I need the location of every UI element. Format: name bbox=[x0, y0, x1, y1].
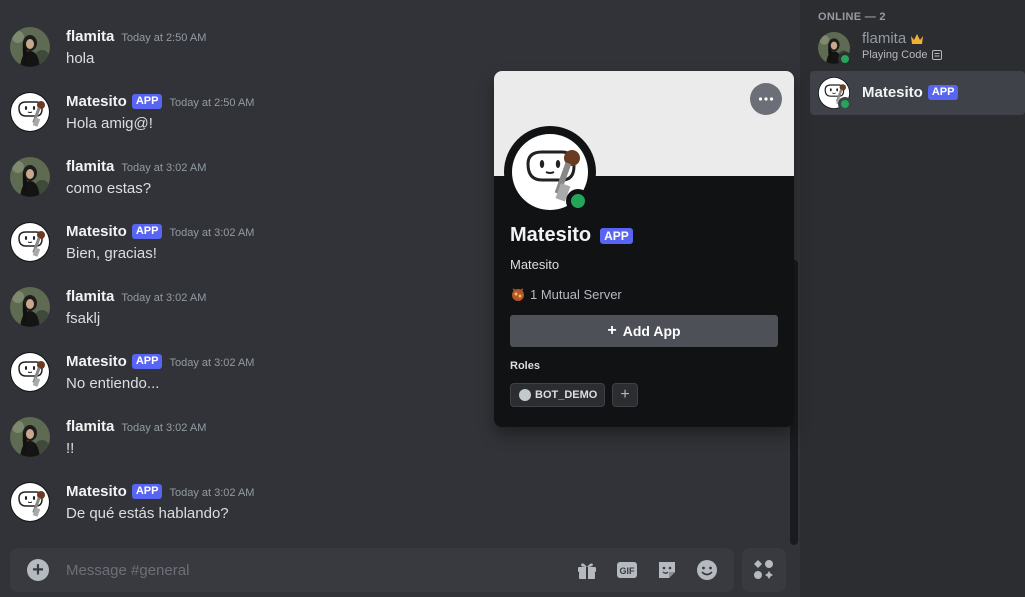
role-name: BOT_DEMO bbox=[535, 389, 598, 401]
message-timestamp: Today at 2:50 AM bbox=[169, 96, 255, 109]
upload-plus-icon[interactable]: + bbox=[27, 559, 49, 581]
gift-icon[interactable] bbox=[576, 559, 598, 581]
online-status-icon bbox=[566, 189, 590, 213]
apps-icon bbox=[754, 560, 773, 579]
message-timestamp: Today at 3:02 AM bbox=[169, 226, 255, 239]
sticker-icon[interactable] bbox=[656, 559, 678, 581]
svg-text:GIF: GIF bbox=[620, 566, 636, 576]
message-author[interactable]: flamita bbox=[66, 288, 114, 305]
message-author[interactable]: flamita bbox=[66, 418, 114, 435]
member-name: Matesito bbox=[862, 84, 923, 101]
profile-popout: Matesito APP Matesito 1 Mutual Server + … bbox=[494, 71, 794, 427]
message-author[interactable]: Matesito bbox=[66, 93, 127, 110]
apps-button[interactable] bbox=[742, 548, 786, 592]
avatar[interactable] bbox=[10, 27, 50, 67]
avatar[interactable] bbox=[10, 417, 50, 457]
message-timestamp: Today at 3:02 AM bbox=[169, 486, 255, 499]
profile-username: Matesito bbox=[510, 257, 560, 272]
message-author[interactable]: flamita bbox=[66, 28, 114, 45]
message-input[interactable] bbox=[66, 558, 546, 582]
avatar[interactable] bbox=[10, 157, 50, 197]
app-badge: APP bbox=[131, 94, 163, 109]
message-content: fsaklj bbox=[66, 310, 101, 327]
message-content: Hola amig@! bbox=[66, 115, 153, 132]
avatar[interactable] bbox=[10, 482, 50, 522]
message-timestamp: Today at 3:02 AM bbox=[121, 291, 207, 304]
message-author[interactable]: flamita bbox=[66, 158, 114, 175]
rich-presence-icon bbox=[932, 50, 943, 60]
member-list-heading: ONLINE — 2 bbox=[818, 11, 886, 23]
role-color-icon bbox=[519, 389, 531, 401]
gif-icon[interactable]: GIF bbox=[616, 559, 638, 581]
member-item-flamita[interactable]: flamita Playing Code bbox=[810, 26, 1025, 70]
crown-icon bbox=[911, 33, 924, 44]
message-content: No entiendo... bbox=[66, 375, 160, 392]
more-options-button[interactable] bbox=[750, 83, 782, 115]
app-badge: APP bbox=[600, 227, 633, 244]
message-author[interactable]: Matesito bbox=[66, 483, 127, 500]
member-activity: Playing Code bbox=[862, 49, 928, 61]
message-timestamp: Today at 2:50 AM bbox=[121, 31, 207, 44]
message-content: De qué estás hablando? bbox=[66, 505, 229, 522]
server-icon bbox=[512, 288, 524, 301]
app-badge: APP bbox=[131, 224, 163, 239]
add-app-button[interactable]: + Add App bbox=[510, 315, 778, 347]
message-content: como estas? bbox=[66, 180, 152, 197]
roles-heading: Roles bbox=[510, 360, 540, 372]
mutual-servers-link[interactable]: 1 Mutual Server bbox=[510, 286, 622, 302]
member-item-matesito[interactable]: Matesito APP bbox=[810, 71, 1025, 115]
message-author[interactable]: Matesito bbox=[66, 223, 127, 240]
message-timestamp: Today at 3:02 AM bbox=[121, 421, 207, 434]
emoji-icon[interactable] bbox=[696, 559, 718, 581]
role-pill[interactable]: BOT_DEMO bbox=[510, 383, 606, 407]
online-status-icon bbox=[838, 97, 852, 111]
message-author[interactable]: Matesito bbox=[66, 353, 127, 370]
add-app-label: Add App bbox=[622, 323, 681, 339]
message-content: hola bbox=[66, 50, 95, 67]
app-badge: APP bbox=[131, 354, 163, 369]
message-timestamp: Today at 3:02 AM bbox=[169, 356, 255, 369]
avatar[interactable] bbox=[10, 92, 50, 132]
message-content: !! bbox=[66, 440, 75, 457]
member-list: ONLINE — 2 flamita Playing Code Matesito… bbox=[800, 0, 1025, 597]
mutual-servers-text: 1 Mutual Server bbox=[530, 286, 622, 302]
online-status-icon bbox=[838, 52, 852, 66]
avatar[interactable] bbox=[10, 287, 50, 327]
app-badge: APP bbox=[131, 484, 163, 499]
add-role-button[interactable]: + bbox=[612, 383, 638, 407]
message-item[interactable]: Matesito APP Today at 3:02 AM De qué est… bbox=[0, 482, 790, 547]
app-badge: APP bbox=[927, 85, 959, 100]
plus-icon: + bbox=[607, 322, 617, 339]
message-timestamp: Today at 3:02 AM bbox=[121, 161, 207, 174]
member-name: flamita bbox=[862, 30, 907, 47]
profile-display-name: Matesito bbox=[510, 224, 592, 246]
message-composer: + GIF bbox=[10, 548, 734, 592]
avatar[interactable] bbox=[10, 222, 50, 262]
avatar[interactable] bbox=[10, 352, 50, 392]
message-content: Bien, gracias! bbox=[66, 245, 157, 262]
ellipsis-icon bbox=[758, 97, 774, 101]
